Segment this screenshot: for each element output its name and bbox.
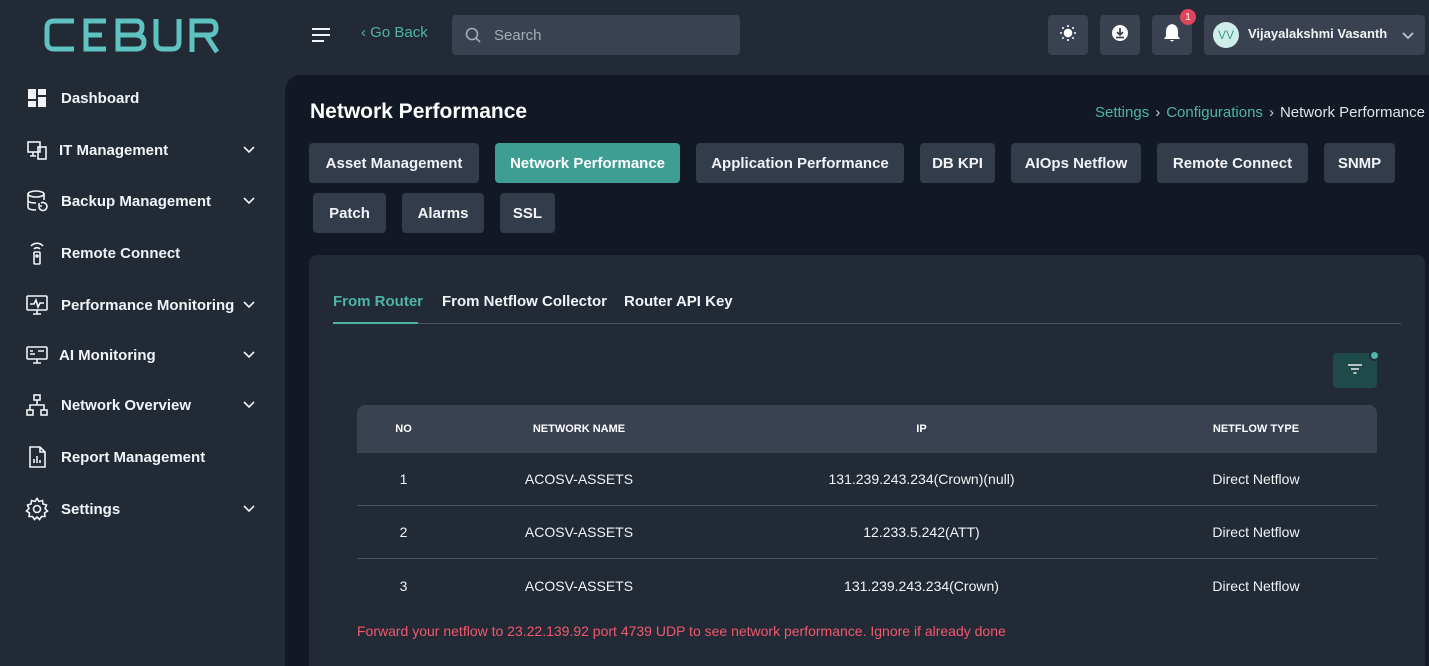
chevron-left-icon: ‹ <box>361 24 366 41</box>
chevron-down-icon[interactable] <box>241 193 257 209</box>
column-header-ip[interactable]: IP <box>708 423 1135 435</box>
cell-network-name: ACOSV-ASSETS <box>524 524 634 540</box>
sidebar-item-label: Network Overview <box>61 396 192 414</box>
it-management-icon <box>25 138 49 162</box>
sidebar-item-performance-monitoring[interactable]: Performance Monitoring <box>0 285 285 325</box>
chevron-down-icon[interactable] <box>241 501 257 517</box>
sidebar-item-settings[interactable]: Settings <box>0 489 285 529</box>
netflow-forward-notice: Forward your netflow to 23.22.139.92 por… <box>357 623 1006 639</box>
user-name: Vijayalakshmi Vasanth <box>1248 26 1388 41</box>
table-row[interactable]: 3 ACOSV-ASSETS 131.239.243.234(Crown) Di… <box>357 559 1377 612</box>
subtab-active-indicator <box>333 322 418 324</box>
tab-asset-management[interactable]: Asset Management <box>309 143 479 183</box>
page-title: Network Performance <box>310 100 528 123</box>
cell-no: 3 <box>399 577 408 594</box>
database-icon <box>25 189 49 213</box>
menu-toggle-icon[interactable] <box>310 24 332 46</box>
bell-icon <box>1163 23 1181 48</box>
download-circle-icon <box>1111 24 1129 47</box>
dashboard-icon <box>25 86 49 110</box>
logo-wordmark <box>44 18 220 54</box>
cell-netflow-type: Direct Netflow <box>1212 524 1300 540</box>
monitor-pulse-icon <box>25 293 49 317</box>
cell-no: 1 <box>399 471 408 487</box>
cell-netflow-type: Direct Netflow <box>1212 577 1300 594</box>
cell-network-name: ACOSV-ASSETS <box>524 577 634 594</box>
subtab-divider <box>333 323 1401 324</box>
column-header-network-name[interactable]: NETWORK NAME <box>450 423 708 435</box>
subtab-router-api-key[interactable]: Router API Key <box>624 293 733 310</box>
sidebar-item-label: IT Management <box>59 141 169 159</box>
theme-toggle-button[interactable] <box>1048 15 1088 55</box>
sidebar-item-ai-monitoring[interactable]: AI Monitoring <box>0 335 285 375</box>
breadcrumb-current: Network Performance <box>1279 104 1425 121</box>
breadcrumb-separator: › <box>1155 104 1161 121</box>
netflow-table: NO NETWORK NAME IP NETFLOW TYPE 1 ACOSV-… <box>357 405 1377 612</box>
chevron-down-icon[interactable] <box>241 347 257 363</box>
user-menu[interactable]: VV Vijayalakshmi Vasanth <box>1204 15 1425 55</box>
search-input[interactable] <box>494 15 734 55</box>
table-row[interactable]: 2 ACOSV-ASSETS 12.233.5.242(ATT) Direct … <box>357 506 1377 559</box>
remote-icon <box>25 241 49 265</box>
avatar: VV <box>1213 22 1239 48</box>
go-back-link[interactable]: ‹ Go Back <box>361 24 428 41</box>
tab-aiops-netflow[interactable]: AIOps Netflow <box>1011 143 1141 183</box>
cell-ip: 131.239.243.234(Crown) <box>844 577 999 594</box>
sidebar-item-report-management[interactable]: Report Management <box>0 437 285 477</box>
subtab-from-netflow-collector[interactable]: From Netflow Collector <box>442 293 607 310</box>
gear-icon <box>25 497 49 521</box>
search-box <box>452 15 740 55</box>
tab-snmp[interactable]: SNMP <box>1324 143 1395 183</box>
sidebar-item-label: Dashboard <box>61 89 140 107</box>
tab-patch[interactable]: Patch <box>313 193 386 233</box>
sidebar-item-network-overview[interactable]: Network Overview <box>0 385 285 425</box>
sidebar-item-label: Remote Connect <box>61 244 181 262</box>
table-header: NO NETWORK NAME IP NETFLOW TYPE <box>357 405 1377 453</box>
tab-db-kpi[interactable]: DB KPI <box>920 143 995 183</box>
filter-active-indicator <box>1369 350 1380 361</box>
breadcrumb-configurations[interactable]: Configurations <box>1166 104 1263 121</box>
notification-count-badge: 1 <box>1180 9 1196 25</box>
search-icon <box>464 26 482 44</box>
sidebar-item-it-management[interactable]: IT Management <box>0 130 285 170</box>
breadcrumb: Settings › Configurations › Network Perf… <box>1095 104 1425 121</box>
sidebar-item-backup-management[interactable]: Backup Management <box>0 181 285 221</box>
table-row[interactable]: 1 ACOSV-ASSETS 131.239.243.234(Crown)(nu… <box>357 453 1377 506</box>
sidebar-item-label: Settings <box>61 500 121 518</box>
tab-network-performance[interactable]: Network Performance <box>495 143 680 183</box>
chevron-down-icon[interactable] <box>241 297 257 313</box>
network-tree-icon <box>25 393 49 417</box>
go-back-label: Go Back <box>370 24 428 41</box>
sidebar-item-label: Performance Monitoring <box>61 296 235 314</box>
breadcrumb-settings[interactable]: Settings <box>1095 104 1149 121</box>
report-icon <box>25 445 49 469</box>
cell-ip: 131.239.243.234(Crown)(null) <box>828 471 1015 487</box>
tab-application-performance[interactable]: Application Performance <box>696 143 904 183</box>
ceburu-logo[interactable] <box>44 16 238 54</box>
filter-icon <box>1347 362 1363 380</box>
cell-netflow-type: Direct Netflow <box>1212 471 1300 487</box>
breadcrumb-separator: › <box>1268 104 1274 121</box>
sun-icon <box>1059 24 1077 47</box>
chevron-down-icon[interactable] <box>241 142 257 158</box>
tab-alarms[interactable]: Alarms <box>402 193 484 233</box>
column-header-no[interactable]: NO <box>357 423 450 435</box>
sidebar-item-dashboard[interactable]: Dashboard <box>0 78 285 118</box>
cell-network-name: ACOSV-ASSETS <box>524 471 634 487</box>
ai-monitor-icon <box>25 343 49 367</box>
column-header-netflow-type[interactable]: NETFLOW TYPE <box>1135 423 1377 435</box>
cell-no: 2 <box>399 524 408 540</box>
download-button[interactable] <box>1100 15 1140 55</box>
tab-remote-connect[interactable]: Remote Connect <box>1157 143 1308 183</box>
sidebar-item-label: Report Management <box>61 448 206 466</box>
sidebar-item-remote-connect[interactable]: Remote Connect <box>0 233 285 273</box>
subtab-from-router[interactable]: From Router <box>333 293 423 310</box>
cell-ip: 12.233.5.242(ATT) <box>863 524 980 540</box>
chevron-down-icon <box>1401 27 1417 43</box>
chevron-down-icon[interactable] <box>241 397 257 413</box>
sidebar-item-label: AI Monitoring <box>59 346 156 364</box>
sidebar: Dashboard IT Management Backup Managemen… <box>0 0 285 666</box>
sidebar-item-label: Backup Management <box>61 192 212 210</box>
tab-ssl[interactable]: SSL <box>500 193 555 233</box>
